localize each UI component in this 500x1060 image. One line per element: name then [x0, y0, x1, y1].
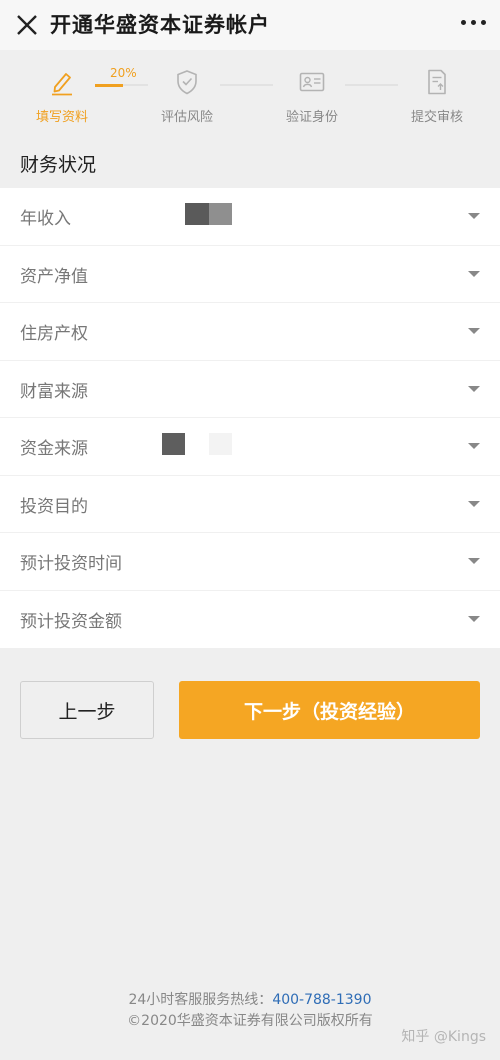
shield-check-icon	[177, 70, 197, 95]
more-dots-icon[interactable]	[461, 20, 486, 25]
redacted-value	[162, 433, 185, 455]
field-label: 住房产权	[20, 324, 88, 344]
hotline-number-link[interactable]: 400-788-1390	[272, 992, 371, 1008]
chevron-down-icon	[468, 213, 480, 219]
chevron-down-icon	[468, 385, 480, 392]
chevron-down-icon	[468, 500, 480, 507]
progress-percent: 20%	[110, 66, 137, 80]
step-label: 提交审核	[410, 110, 463, 125]
select-fund-source[interactable]: 资金来源	[0, 418, 500, 476]
watermark: 知乎 @Kings	[401, 1029, 486, 1045]
title-bar: 开通华盛资本证券帐户	[0, 0, 500, 50]
select-investment-amount[interactable]: 预计投资金额	[0, 591, 500, 649]
chevron-down-icon	[468, 328, 480, 334]
select-investment-purpose[interactable]: 投资目的	[0, 476, 500, 533]
chevron-down-icon	[468, 443, 480, 449]
section-title: 财务状况	[20, 154, 97, 176]
select-investment-period[interactable]: 预计投资时间	[0, 533, 500, 591]
next-step-button[interactable]: 下一步（投资经验）	[179, 681, 480, 739]
field-label: 预计投资时间	[20, 554, 122, 574]
redacted-value	[209, 203, 232, 225]
id-card-icon	[299, 72, 325, 92]
chevron-down-icon	[468, 615, 480, 622]
field-label: 投资目的	[20, 496, 88, 517]
redacted-value	[185, 203, 209, 225]
step-label: 验证身份	[285, 110, 338, 125]
prev-step-button[interactable]: 上一步	[20, 681, 154, 739]
field-label: 年收入	[20, 209, 71, 229]
redacted-value	[209, 433, 232, 455]
document-upload-icon	[428, 69, 446, 95]
chevron-down-icon	[468, 558, 480, 564]
select-housing-ownership[interactable]: 住房产权	[0, 303, 500, 361]
step-label: 评估风险	[160, 110, 213, 125]
step-label: 填写资料	[35, 110, 88, 125]
hotline-label: 24小时客服服务热线：	[128, 992, 273, 1008]
close-icon[interactable]	[14, 12, 40, 38]
select-annual-income[interactable]: 年收入	[0, 188, 500, 246]
chevron-down-icon	[468, 270, 480, 277]
step-risk-assessment: 评估风险	[142, 68, 232, 125]
page-title: 开通华盛资本证券帐户	[50, 13, 270, 37]
step-fill-info: 填写资料	[17, 68, 107, 125]
field-label: 资金来源	[20, 439, 88, 459]
pencil-icon	[52, 73, 72, 96]
field-label: 财富来源	[20, 381, 88, 402]
progress-steps: 20% 填写资料 评估风险 验证身份 提交审核	[0, 50, 500, 134]
field-label: 预计投资金额	[20, 611, 122, 632]
step-verify-identity: 验证身份	[267, 68, 357, 125]
select-wealth-source[interactable]: 财富来源	[0, 361, 500, 418]
field-label: 资产净值	[20, 266, 88, 287]
financial-form: 年收入 资产净值 住房产权 财富来源 资金来源 投资目的 预计投资时间 预计投资…	[0, 188, 500, 648]
select-net-assets[interactable]: 资产净值	[0, 246, 500, 303]
hotline-line: 24小时客服服务热线：400-788-1390	[0, 990, 500, 1011]
step-submit-review: 提交审核	[392, 68, 482, 125]
